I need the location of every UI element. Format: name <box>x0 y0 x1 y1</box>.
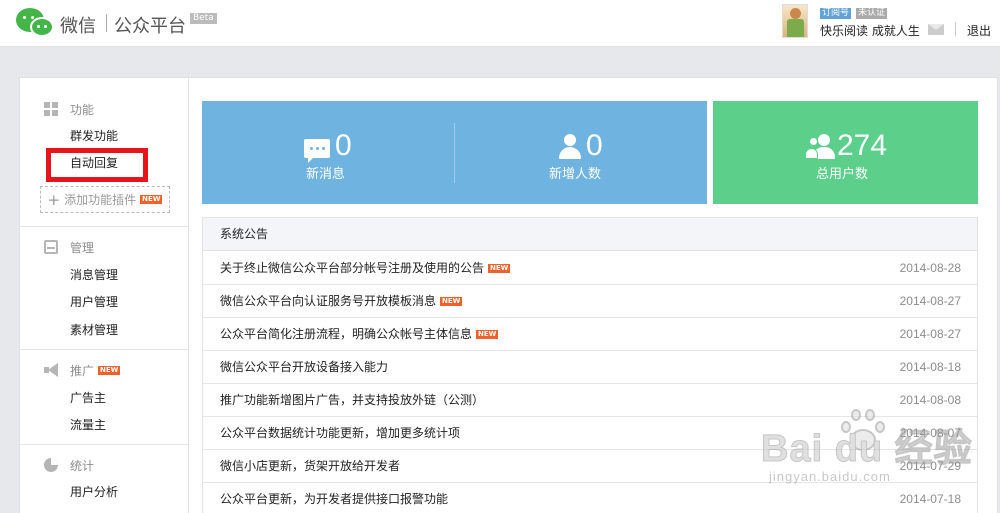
top-header: 微信 公众平台 Beta 订阅号 未认证 快乐阅读 成就人生 退出 <box>0 0 1000 47</box>
sidebar-section-promote: 推广 NEW <box>44 362 121 378</box>
sidebar-item-advertiser[interactable]: 广告主 <box>70 390 106 406</box>
section-divider <box>20 226 188 227</box>
verify-status-badge: 未认证 <box>856 8 888 19</box>
stats-panel-blue: 0 新消息 0 新增人数 <box>202 101 707 204</box>
inbox-icon <box>44 240 58 254</box>
new-badge: NEW <box>476 330 499 339</box>
stat-label: 新增人数 <box>549 167 602 182</box>
sidebar-item-traffic[interactable]: 流量主 <box>70 417 106 433</box>
sidebar: 功能 群发功能 自动回复 + 添加功能插件 NEW 管理 消息管理 用户管理 素… <box>20 78 189 513</box>
account-name[interactable]: 快乐阅读 成就人生 <box>820 22 920 39</box>
sidebar-item-mass-send[interactable]: 群发功能 <box>70 128 118 144</box>
platform-name[interactable]: 公众平台 <box>114 12 186 38</box>
plus-icon: + <box>47 190 61 209</box>
mail-icon[interactable] <box>928 24 944 35</box>
notice-date: 2014-08-18 <box>899 360 961 374</box>
notice-date: 2014-08-27 <box>899 294 961 308</box>
notice-row[interactable]: 微信公众平台向认证服务号开放模板消息 NEW 2014-08-27 <box>203 285 977 318</box>
logout-link[interactable]: 退出 <box>967 22 991 39</box>
stat-value: 274 <box>837 129 888 162</box>
notice-link[interactable]: 推广功能新增图片广告，并支持投放外链（公测） <box>220 384 484 417</box>
section-divider <box>20 349 188 350</box>
user-icon <box>559 134 581 160</box>
stat-total-users[interactable]: 274 总用户数 <box>713 101 978 204</box>
sidebar-section-stats: 统计 <box>44 457 94 473</box>
new-badge: NEW <box>98 365 121 375</box>
sidebar-item-users[interactable]: 用户管理 <box>70 294 118 310</box>
notice-link[interactable]: 公众平台简化注册流程，明确公众帐号主体信息 NEW <box>220 318 499 351</box>
brand-divider <box>106 14 107 32</box>
avatar[interactable] <box>782 4 808 38</box>
grid-icon <box>44 102 58 116</box>
stat-new-users[interactable]: 0 新增人数 <box>455 101 707 204</box>
beta-badge: Beta <box>190 13 217 24</box>
watermark-text: Bai du 经验 <box>761 428 973 471</box>
stat-label: 总用户数 <box>816 167 869 182</box>
notice-link[interactable]: 关于终止微信公众平台部分帐号注册及使用的公告 NEW <box>220 252 511 285</box>
sidebar-section-manage: 管理 <box>44 239 94 255</box>
notice-date: 2014-08-28 <box>899 261 961 275</box>
watermark-url: jingyan.baidu.com <box>769 469 891 484</box>
stat-value: 0 <box>335 129 352 162</box>
stat-label: 新消息 <box>306 167 346 182</box>
add-plugin-button[interactable]: + 添加功能插件 NEW <box>40 186 170 213</box>
stat-value: 0 <box>586 129 603 162</box>
chat-icon <box>304 139 330 163</box>
notice-link[interactable]: 微信公众平台开放设备接入能力 <box>220 351 388 384</box>
megaphone-icon <box>44 363 58 377</box>
pie-chart-icon <box>44 458 58 472</box>
new-badge: NEW <box>488 264 511 273</box>
new-badge: NEW <box>440 297 463 306</box>
stats-panel-green: 274 总用户数 <box>713 101 978 204</box>
notice-title: 系统公告 <box>203 218 977 251</box>
section-divider <box>20 444 188 445</box>
sidebar-item-messages[interactable]: 消息管理 <box>70 267 118 283</box>
brand-name[interactable]: 微信 <box>60 12 96 38</box>
notice-row[interactable]: 公众平台简化注册流程，明确公众帐号主体信息 NEW 2014-08-27 <box>203 318 977 351</box>
highlight-box <box>46 148 148 182</box>
account-type-badge: 订阅号 <box>820 8 852 19</box>
header-divider <box>955 22 956 36</box>
sidebar-item-user-analysis[interactable]: 用户分析 <box>70 484 118 500</box>
notice-link[interactable]: 公众平台更新，为开发者提供接口报警功能 <box>220 483 448 513</box>
sidebar-section-function: 功能 <box>44 101 94 117</box>
sidebar-item-materials[interactable]: 素材管理 <box>70 322 118 338</box>
stat-new-messages[interactable]: 0 新消息 <box>202 101 454 204</box>
main-container: 功能 群发功能 自动回复 + 添加功能插件 NEW 管理 消息管理 用户管理 素… <box>19 77 998 513</box>
new-badge: NEW <box>140 195 163 204</box>
notice-link[interactable]: 微信小店更新，货架开放给开发者 <box>220 450 400 483</box>
notice-row[interactable]: 微信公众平台开放设备接入能力 2014-08-18 <box>203 351 977 384</box>
baidu-watermark: Bai du 经验 jingyan.baidu.com <box>761 405 991 495</box>
notice-row[interactable]: 关于终止微信公众平台部分帐号注册及使用的公告 NEW 2014-08-28 <box>203 252 977 285</box>
notice-date: 2014-08-27 <box>899 327 961 341</box>
notice-link[interactable]: 微信公众平台向认证服务号开放模板消息 NEW <box>220 285 463 318</box>
wechat-logo-icon[interactable] <box>16 8 54 38</box>
notice-link[interactable]: 公众平台数据统计功能更新，增加更多统计项 <box>220 417 460 450</box>
users-icon <box>805 134 835 160</box>
